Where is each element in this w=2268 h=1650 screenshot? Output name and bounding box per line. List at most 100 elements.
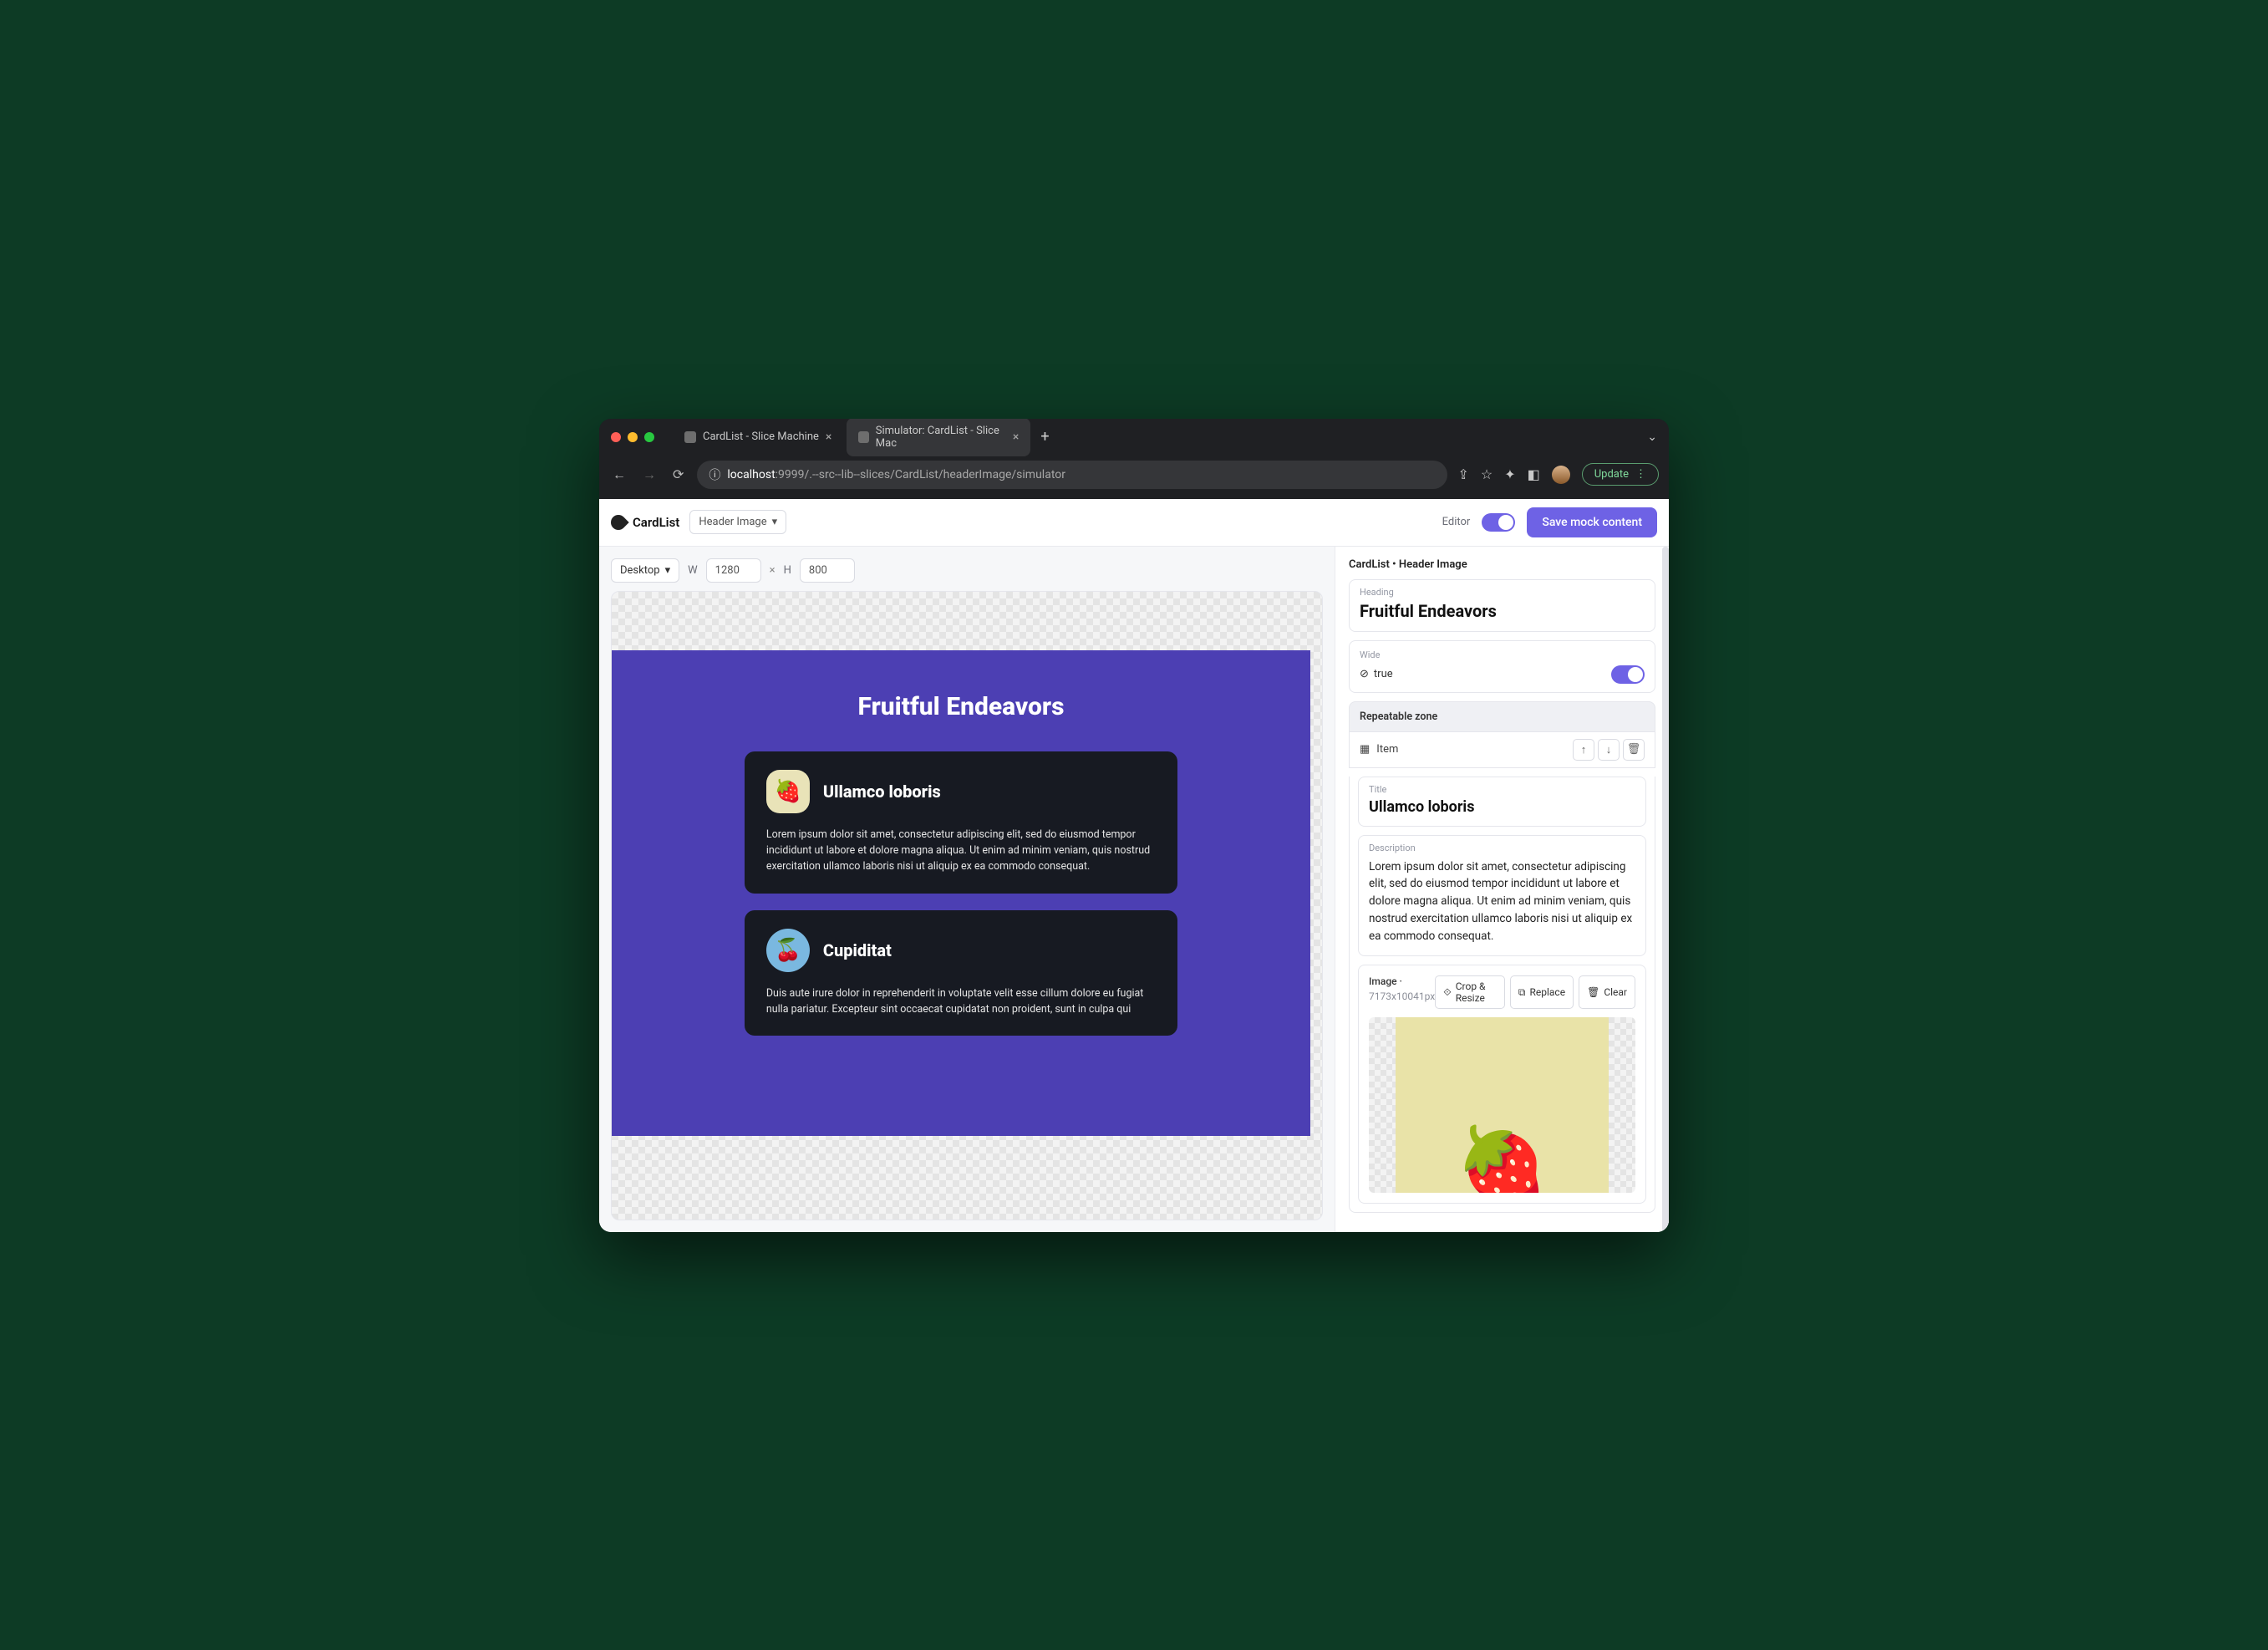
- item-icon: ▦: [1360, 743, 1370, 756]
- url-bar: ← → ⟳ ⓘ localhost:9999/.--src--lib--slic…: [599, 456, 1669, 499]
- repeatable-zone-header: Repeatable zone: [1349, 701, 1655, 732]
- browser-tab-active[interactable]: Simulator: CardList - Slice Mac ×: [847, 419, 1030, 456]
- titlebar: CardList - Slice Machine × Simulator: Ca…: [599, 419, 1669, 456]
- replace-button[interactable]: ⧉Replace: [1510, 975, 1574, 1009]
- card-desc: Lorem ipsum dolor sit amet, consectetur …: [766, 827, 1156, 875]
- close-window-icon[interactable]: [611, 432, 621, 442]
- bookmark-icon[interactable]: ☆: [1481, 466, 1493, 482]
- close-tab-icon[interactable]: ×: [1013, 430, 1019, 444]
- tab-title: CardList - Slice Machine: [703, 430, 819, 443]
- browser-tabs: CardList - Slice Machine × Simulator: Ca…: [673, 419, 1639, 456]
- close-tab-icon[interactable]: ×: [826, 430, 831, 444]
- chevron-down-icon: ▾: [665, 564, 671, 577]
- favicon-icon: [684, 431, 696, 443]
- image-dimensions: 7173x10041px: [1369, 991, 1435, 1002]
- field-label: Heading: [1350, 580, 1655, 598]
- variation-select[interactable]: Header Image ▾: [689, 510, 786, 534]
- title-field[interactable]: Title Ullamco loboris: [1358, 777, 1646, 827]
- editor-label: Editor: [1442, 516, 1471, 528]
- image-thumbnail: 🍓: [1455, 1129, 1548, 1193]
- image-preview[interactable]: 🍓: [1369, 1017, 1635, 1193]
- url-path: /.--src--lib--slices/CardList/headerImag…: [805, 468, 1065, 481]
- field-label: Wide: [1360, 649, 1645, 660]
- image-label: Image: [1369, 975, 1397, 987]
- description-field[interactable]: Description Lorem ipsum dolor sit amet, …: [1358, 835, 1646, 957]
- reload-icon[interactable]: ⟳: [669, 463, 687, 486]
- share-icon[interactable]: ⇪: [1457, 466, 1468, 482]
- editor-toggle[interactable]: [1482, 513, 1515, 532]
- delete-item-button[interactable]: 🗑: [1623, 739, 1645, 761]
- crop-resize-button[interactable]: ⟐Crop & Resize: [1435, 975, 1505, 1009]
- profile-avatar[interactable]: [1552, 466, 1570, 484]
- url-host: localhost: [727, 468, 775, 481]
- card-title: Cupiditat: [823, 940, 892, 960]
- back-icon[interactable]: ←: [609, 463, 629, 486]
- trash-icon: 🗑: [1587, 986, 1599, 998]
- address-field[interactable]: ⓘ localhost:9999/.--src--lib--slices/Car…: [697, 461, 1447, 489]
- card-thumb: 🍒: [766, 929, 810, 972]
- workspace: Desktop ▾ W 1280 × H 800 Fruitful Endeav…: [599, 547, 1669, 1232]
- update-label: Update: [1594, 468, 1629, 481]
- wide-value: ⊘ true: [1360, 668, 1393, 680]
- preview-card: 🍒 Cupiditat Duis aute irure dolor in rep…: [745, 910, 1177, 1036]
- canvas: Fruitful Endeavors 🍓 Ullamco loboris Lor…: [611, 591, 1323, 1220]
- clear-button[interactable]: 🗑Clear: [1579, 975, 1635, 1009]
- update-button[interactable]: Update ⋮: [1582, 463, 1659, 486]
- site-info-icon[interactable]: ⓘ: [709, 466, 720, 483]
- panel-breadcrumb: CardList • Header Image: [1349, 558, 1655, 571]
- field-label: Title: [1359, 777, 1645, 795]
- card-desc: Duis aute irure dolor in reprehenderit i…: [766, 985, 1156, 1018]
- canvas-area: Desktop ▾ W 1280 × H 800 Fruitful Endeav…: [599, 547, 1335, 1232]
- save-mock-button[interactable]: Save mock content: [1527, 507, 1657, 537]
- forward-icon[interactable]: →: [639, 463, 659, 486]
- wide-toggle[interactable]: [1611, 665, 1645, 684]
- favicon-icon: [858, 431, 868, 443]
- extensions-icon[interactable]: ✦: [1504, 466, 1515, 482]
- brand-label: CardList: [633, 515, 679, 530]
- height-label: H: [784, 564, 791, 577]
- maximize-window-icon[interactable]: [644, 432, 654, 442]
- heading-field[interactable]: Heading Fruitful Endeavors: [1349, 579, 1655, 632]
- minimize-window-icon[interactable]: [628, 432, 638, 442]
- url-port: :9999: [775, 468, 805, 481]
- toolbar-icons: ⇪ ☆ ✦ ◧ Update ⋮: [1457, 463, 1659, 486]
- size-controls: Desktop ▾ W 1280 × H 800: [611, 558, 1323, 583]
- chevron-down-icon: ▾: [772, 516, 778, 528]
- repeatable-item-row[interactable]: ▦ Item ↑ ↓ 🗑: [1349, 732, 1655, 768]
- preview-heading: Fruitful Endeavors: [612, 692, 1310, 721]
- card-title: Ullamco loboris: [823, 782, 941, 802]
- move-up-button[interactable]: ↑: [1573, 739, 1594, 761]
- field-label: Description: [1359, 836, 1645, 853]
- browser-window: CardList - Slice Machine × Simulator: Ca…: [599, 419, 1669, 1232]
- kebab-icon[interactable]: ⋮: [1635, 468, 1646, 481]
- tabs-menu-icon[interactable]: ⌄: [1647, 430, 1657, 444]
- heading-value[interactable]: Fruitful Endeavors: [1350, 598, 1655, 631]
- width-input[interactable]: 1280: [706, 558, 761, 583]
- description-value[interactable]: Lorem ipsum dolor sit amet, consectetur …: [1359, 853, 1645, 956]
- move-down-button[interactable]: ↓: [1598, 739, 1620, 761]
- width-label: W: [688, 564, 698, 577]
- new-tab-button[interactable]: +: [1034, 425, 1055, 449]
- repeatable-item-body: Title Ullamco loboris Description Lorem …: [1349, 777, 1655, 1214]
- preview-cards: 🍓 Ullamco loboris Lorem ipsum dolor sit …: [745, 751, 1177, 1036]
- dim-separator: ×: [770, 564, 775, 577]
- image-field: Image · 7173x10041px ⟐Crop & Resize ⧉Rep…: [1358, 965, 1646, 1204]
- brand-icon: [608, 512, 628, 532]
- tab-title: Simulator: CardList - Slice Mac: [876, 425, 1006, 450]
- preview-frame: Fruitful Endeavors 🍓 Ullamco loboris Lor…: [612, 650, 1310, 1137]
- replace-icon: ⧉: [1518, 986, 1526, 999]
- browser-tab[interactable]: CardList - Slice Machine ×: [673, 424, 843, 451]
- height-input[interactable]: 800: [800, 558, 855, 583]
- variation-label: Header Image: [699, 516, 766, 528]
- card-thumb: 🍓: [766, 770, 810, 813]
- title-value[interactable]: Ullamco loboris: [1359, 795, 1645, 826]
- app-bar: CardList Header Image ▾ Editor Save mock…: [599, 499, 1669, 547]
- brand: CardList: [611, 515, 679, 530]
- wide-field: Wide ⊘ true: [1349, 640, 1655, 693]
- sidepanel-icon[interactable]: ◧: [1528, 466, 1540, 482]
- item-label: Item: [1376, 743, 1398, 756]
- device-label: Desktop: [620, 564, 660, 577]
- window-controls: [611, 432, 654, 442]
- device-select[interactable]: Desktop ▾: [611, 558, 679, 583]
- preview-card: 🍓 Ullamco loboris Lorem ipsum dolor sit …: [745, 751, 1177, 894]
